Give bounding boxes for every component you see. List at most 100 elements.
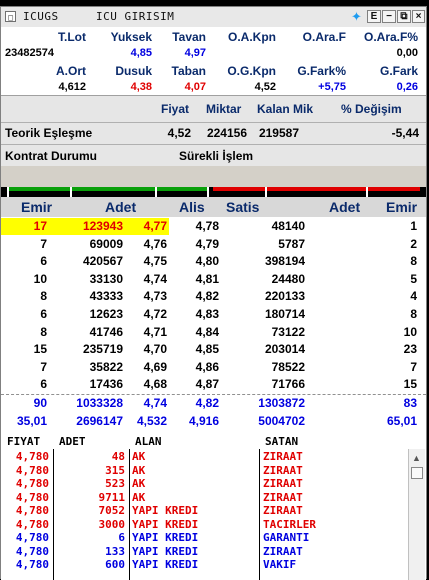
emir-buy-cell[interactable]: 8: [7, 325, 47, 339]
emir-buy-cell[interactable]: 10: [7, 272, 47, 286]
adet-sell-cell[interactable]: 5787: [235, 237, 305, 251]
twitter-icon[interactable]: ✦: [351, 10, 367, 23]
alis-cell[interactable]: 4,70: [127, 342, 167, 356]
adet-buy-cell[interactable]: 33130: [53, 272, 123, 286]
alis-header[interactable]: Alis: [179, 199, 205, 215]
summary-value: 0,26: [396, 81, 418, 93]
alis-cell[interactable]: 4,72: [127, 307, 167, 321]
trade-row[interactable]: 4,780 6 YAPI KREDI GARANTI: [1, 531, 406, 544]
trade-row[interactable]: 4,780 133 YAPI KREDI ZIRAAT: [1, 545, 406, 558]
emir-buy-header[interactable]: Emir: [21, 199, 52, 215]
satis-cell[interactable]: 4,87: [179, 377, 219, 391]
adet-buy-cell[interactable]: 35822: [53, 360, 123, 374]
trade-row[interactable]: 4,780 9711 AK ZIRAAT: [1, 491, 406, 504]
trade-row[interactable]: 4,780 600 YAPI KREDI VAKIF: [1, 558, 406, 571]
emir-buy-cell[interactable]: 17: [7, 219, 47, 233]
scroll-thumb[interactable]: [411, 467, 423, 479]
alis-cell[interactable]: 4,76: [127, 237, 167, 251]
adet-sell-cell[interactable]: 48140: [235, 219, 305, 233]
adet-buy-cell[interactable]: 17436: [53, 377, 123, 391]
trade-row[interactable]: 4,780 48 AK ZIRAAT: [1, 450, 406, 463]
adet-buy-cell[interactable]: 41746: [53, 325, 123, 339]
adet-buy-header[interactable]: Adet: [105, 199, 136, 215]
adet-sell-cell[interactable]: 24480: [235, 272, 305, 286]
trade-buyer: AK: [132, 463, 146, 477]
trade-qty: 7052: [98, 504, 126, 517]
kontrat-label: Kontrat Durumu: [5, 149, 97, 163]
emir-buy-cell[interactable]: 8: [7, 289, 47, 303]
trade-row[interactable]: 4,780 7052 YAPI KREDI ZIRAAT: [1, 504, 406, 517]
adet-sell-cell[interactable]: 220133: [235, 289, 305, 303]
emir-sell-cell[interactable]: 2: [377, 237, 417, 251]
total-satis-cell: 4,916: [188, 413, 219, 428]
title-bar[interactable]: □ ICUGS ICU GIRISIM ✦ E − ⧉ ×: [1, 7, 426, 28]
adet-buy-cell[interactable]: 123943: [53, 219, 123, 233]
scroll-up-icon[interactable]: ▲: [412, 453, 421, 463]
menu-icon[interactable]: □: [5, 11, 16, 22]
alan-column-header[interactable]: ALAN: [135, 435, 162, 448]
alis-cell[interactable]: 4,71: [127, 325, 167, 339]
emir-buy-cell[interactable]: 6: [7, 254, 47, 268]
emir-sell-cell[interactable]: 23: [377, 342, 417, 356]
alis-cell[interactable]: 4,68: [127, 377, 167, 391]
satis-cell[interactable]: 4,86: [179, 360, 219, 374]
e-button[interactable]: E: [367, 10, 381, 23]
alis-cell[interactable]: 4,77: [127, 219, 167, 233]
adet-buy-cell[interactable]: 43333: [53, 289, 123, 303]
emir-sell-cell[interactable]: 5: [377, 272, 417, 286]
satis-cell[interactable]: 4,81: [179, 272, 219, 286]
trade-row[interactable]: 4,780 523 AK ZIRAAT: [1, 477, 406, 490]
tick-mark: [7, 187, 9, 197]
emir-sell-cell[interactable]: 8: [377, 307, 417, 321]
fiyat-column-header[interactable]: FIYAT: [7, 435, 40, 448]
tick-mark: [366, 187, 368, 197]
adet-column-header[interactable]: ADET: [59, 435, 86, 448]
adet-buy-cell[interactable]: 235719: [53, 342, 123, 356]
satis-cell[interactable]: 4,83: [179, 307, 219, 321]
adet-buy-cell[interactable]: 420567: [53, 254, 123, 268]
adet-buy-cell[interactable]: 69009: [53, 237, 123, 251]
teorik-label: Teorik Eşleşme: [5, 126, 93, 140]
symbol-label: ICUGS: [23, 10, 59, 23]
adet-sell-cell[interactable]: 180714: [235, 307, 305, 321]
satis-cell[interactable]: 4,82: [179, 289, 219, 303]
emir-buy-cell[interactable]: 6: [7, 377, 47, 391]
satis-cell[interactable]: 4,78: [179, 219, 219, 233]
trade-seller: GARANTI: [263, 531, 310, 544]
satis-cell[interactable]: 4,79: [179, 237, 219, 251]
emir-sell-cell[interactable]: 8: [377, 254, 417, 268]
close-button[interactable]: ×: [412, 10, 425, 23]
adet-sell-cell[interactable]: 398194: [235, 254, 305, 268]
emir-buy-cell[interactable]: 7: [7, 237, 47, 251]
restore-button[interactable]: ⧉: [397, 10, 411, 23]
alis-cell[interactable]: 4,73: [127, 289, 167, 303]
emir-sell-cell[interactable]: 15: [377, 377, 417, 391]
emir-buy-cell[interactable]: 15: [7, 342, 47, 356]
satis-cell[interactable]: 4,85: [179, 342, 219, 356]
emir-sell-cell[interactable]: 4: [377, 289, 417, 303]
alis-cell[interactable]: 4,74: [127, 272, 167, 286]
satis-cell[interactable]: 4,80: [179, 254, 219, 268]
emir-sell-header[interactable]: Emir: [386, 199, 417, 215]
satis-cell[interactable]: 4,84: [179, 325, 219, 339]
adet-sell-header[interactable]: Adet: [329, 199, 360, 215]
alis-cell[interactable]: 4,69: [127, 360, 167, 374]
adet-buy-cell[interactable]: 12623: [53, 307, 123, 321]
emir-sell-cell[interactable]: 7: [377, 360, 417, 374]
trades-scrollbar[interactable]: ▲: [408, 449, 425, 580]
trade-row[interactable]: 4,780 3000 YAPI KREDI TACIRLER: [1, 518, 406, 531]
trade-row[interactable]: 4,780 315 AK ZIRAAT: [1, 463, 406, 477]
alis-cell[interactable]: 4,75: [127, 254, 167, 268]
emir-buy-cell[interactable]: 6: [7, 307, 47, 321]
adet-sell-cell[interactable]: 73122: [235, 325, 305, 339]
adet-sell-cell[interactable]: 78522: [235, 360, 305, 374]
adet-sell-cell[interactable]: 71766: [235, 377, 305, 391]
emir-sell-cell[interactable]: 1: [377, 219, 417, 233]
divider: [1, 122, 426, 123]
adet-sell-cell[interactable]: 203014: [235, 342, 305, 356]
satan-column-header[interactable]: SATAN: [265, 435, 298, 448]
emir-buy-cell[interactable]: 7: [7, 360, 47, 374]
emir-sell-cell[interactable]: 10: [377, 325, 417, 339]
satis-header[interactable]: Satis: [226, 199, 259, 215]
minimize-button[interactable]: −: [382, 10, 396, 23]
